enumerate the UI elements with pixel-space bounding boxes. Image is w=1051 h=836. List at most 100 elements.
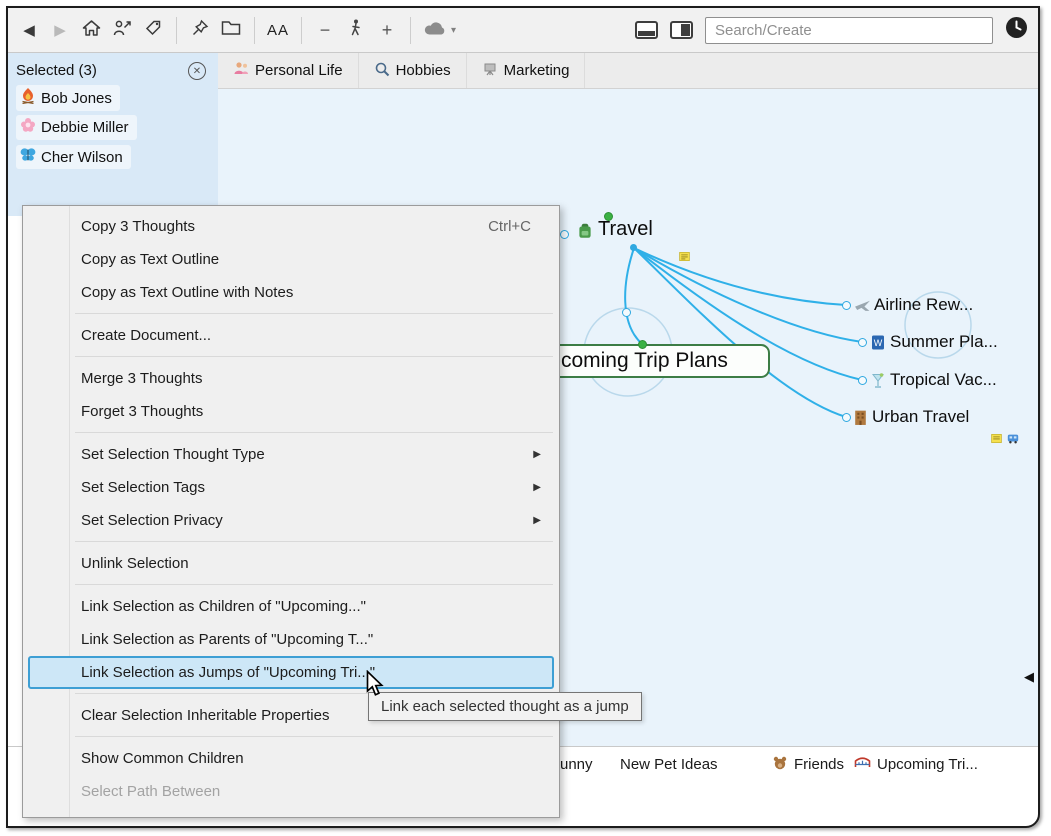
- node-tropical-vacation[interactable]: Tropical Vac...: [890, 370, 997, 390]
- toolbar-separator: [254, 17, 255, 44]
- link-gate[interactable]: [858, 338, 867, 347]
- node-summer-plans[interactable]: Summer Pla...: [890, 332, 998, 352]
- menu-separator: [75, 432, 553, 433]
- menu-item-set-selection-tags[interactable]: Set Selection Tags ▶: [23, 471, 559, 504]
- expand-dot[interactable]: [604, 212, 613, 221]
- menu-item-label: Set Selection Tags: [81, 479, 205, 496]
- back-button[interactable]: ◀: [18, 15, 40, 45]
- tooltip: Link each selected thought as a jump: [368, 692, 642, 721]
- menu-item-copy-as-text-outline-with-notes[interactable]: Copy as Text Outline with Notes: [23, 276, 559, 309]
- menu-item-create-document[interactable]: Create Document...: [23, 319, 559, 352]
- font-size-icon: AA: [267, 22, 289, 39]
- bottom-item-friends[interactable]: Friends: [772, 747, 844, 782]
- walking-person-icon: [348, 19, 364, 42]
- svg-text:W: W: [874, 338, 883, 348]
- menu-item-set-selection-privacy[interactable]: Set Selection Privacy ▶: [23, 504, 559, 537]
- menu-item-show-common-children[interactable]: Show Common Children: [23, 742, 559, 775]
- node-urban-travel[interactable]: Urban Travel: [872, 407, 969, 427]
- tab-marketing[interactable]: Marketing: [467, 53, 586, 88]
- cloud-sync-button[interactable]: ▾: [423, 15, 456, 45]
- toggle-side-panel-button[interactable]: [670, 15, 693, 45]
- menu-item-copy-as-text-outline[interactable]: Copy as Text Outline: [23, 243, 559, 276]
- menu-item-label: Set Selection Thought Type: [81, 446, 265, 463]
- bridge-icon: [854, 755, 871, 774]
- people-icon: [233, 61, 249, 80]
- menu-item-link-selection-as-jumps[interactable]: Link Selection as Jumps of "Upcoming Tri…: [28, 656, 554, 689]
- menu-item-label: Set Selection Privacy: [81, 512, 223, 529]
- menu-item-label: Select Path Between: [81, 783, 220, 800]
- folder-button[interactable]: [220, 15, 242, 45]
- menu-item-label: Link Selection as Parents of "Upcoming T…: [81, 631, 373, 648]
- bottom-item-new-pet-ideas[interactable]: New Pet Ideas: [620, 747, 718, 782]
- tag-icon: [144, 19, 162, 42]
- panel-right-icon: [670, 21, 693, 39]
- zoom-out-button[interactable]: −: [314, 15, 336, 45]
- toggle-bottom-panel-button[interactable]: [635, 15, 658, 45]
- selected-item-bob-jones[interactable]: Bob Jones: [16, 85, 120, 111]
- expand-dot[interactable]: [638, 340, 647, 349]
- bottom-item-upcoming-trip[interactable]: Upcoming Tri...: [854, 747, 978, 782]
- link-gate[interactable]: [622, 308, 631, 317]
- forward-button[interactable]: ▶: [49, 15, 71, 45]
- tab-personal-life[interactable]: Personal Life: [218, 53, 359, 88]
- close-icon[interactable]: ✕: [188, 62, 206, 80]
- pin-icon: [191, 19, 209, 42]
- selected-panel: Selected (3) ✕ Bob Jones Debbie Miller C…: [8, 53, 218, 216]
- link-gate[interactable]: [858, 376, 867, 385]
- submenu-arrow-icon: ▶: [533, 449, 549, 460]
- menu-item-merge-3-thoughts[interactable]: Merge 3 Thoughts: [23, 362, 559, 395]
- link-gate[interactable]: [560, 230, 569, 239]
- clock-icon: [1005, 16, 1028, 44]
- bottom-item-label: Friends: [794, 756, 844, 773]
- menu-item-copy-3-thoughts[interactable]: Copy 3 Thoughts Ctrl+C: [23, 210, 559, 243]
- menu-item-forget-3-thoughts[interactable]: Forget 3 Thoughts: [23, 395, 559, 428]
- menu-item-link-selection-as-parents[interactable]: Link Selection as Parents of "Upcoming T…: [23, 623, 559, 656]
- pin-button[interactable]: [189, 15, 211, 45]
- selected-item-cher-wilson[interactable]: Cher Wilson: [16, 145, 131, 169]
- backpack-icon: [576, 222, 594, 240]
- magnifier-icon: [374, 61, 390, 81]
- activate-thought-button[interactable]: [111, 15, 133, 45]
- link-hub-dot[interactable]: [630, 244, 637, 251]
- menu-item-label: Link Selection as Children of "Upcoming.…: [81, 598, 366, 615]
- link-gate[interactable]: [842, 413, 851, 422]
- menu-item-select-path-between: Select Path Between: [23, 775, 559, 808]
- menu-item-label: Merge 3 Thoughts: [81, 370, 202, 387]
- bottom-item-label: Upcoming Tri...: [877, 756, 978, 773]
- menu-item-link-selection-as-children[interactable]: Link Selection as Children of "Upcoming.…: [23, 590, 559, 623]
- menu-separator: [75, 541, 553, 542]
- tab-hobbies[interactable]: Hobbies: [359, 53, 467, 88]
- toolbar-separator: [301, 17, 302, 44]
- app-window: ◀ ▶ AA − + ▾: [6, 6, 1040, 828]
- walk-mode-button[interactable]: [345, 15, 367, 45]
- node-travel[interactable]: Travel: [598, 218, 653, 241]
- menu-item-label: Link Selection as Jumps of "Upcoming Tri…: [81, 664, 375, 681]
- easel-icon: [482, 61, 498, 81]
- campfire-icon: [20, 87, 36, 109]
- zoom-in-button[interactable]: +: [376, 15, 398, 45]
- tab-label: Marketing: [504, 62, 570, 79]
- node-airline-rewards[interactable]: Airline Rew...: [874, 295, 973, 315]
- toolbar-right-group: [635, 15, 1028, 45]
- selected-item-debbie-miller[interactable]: Debbie Miller: [16, 115, 137, 140]
- menu-item-unlink-selection[interactable]: Unlink Selection: [23, 547, 559, 580]
- menu-item-set-selection-thought-type[interactable]: Set Selection Thought Type ▶: [23, 438, 559, 471]
- search-input[interactable]: [705, 17, 993, 44]
- mouse-cursor: [366, 670, 384, 697]
- butterfly-icon: [20, 147, 36, 167]
- menu-separator: [75, 584, 553, 585]
- plus-icon: +: [382, 20, 393, 41]
- history-button[interactable]: [1005, 15, 1028, 45]
- person-arrow-icon: [112, 19, 132, 42]
- link-gate[interactable]: [842, 301, 851, 310]
- toolbar-separator: [410, 17, 411, 44]
- context-menu: Copy 3 Thoughts Ctrl+C Copy as Text Outl…: [22, 205, 560, 818]
- building-icon: [852, 408, 869, 426]
- bottom-item-unny[interactable]: unny: [560, 747, 593, 782]
- back-icon: ◀: [23, 21, 35, 39]
- menu-separator: [75, 736, 553, 737]
- collapse-panel-arrow[interactable]: ◀: [1024, 669, 1034, 685]
- home-button[interactable]: [80, 15, 102, 45]
- tag-button[interactable]: [142, 15, 164, 45]
- font-size-button[interactable]: AA: [267, 15, 289, 45]
